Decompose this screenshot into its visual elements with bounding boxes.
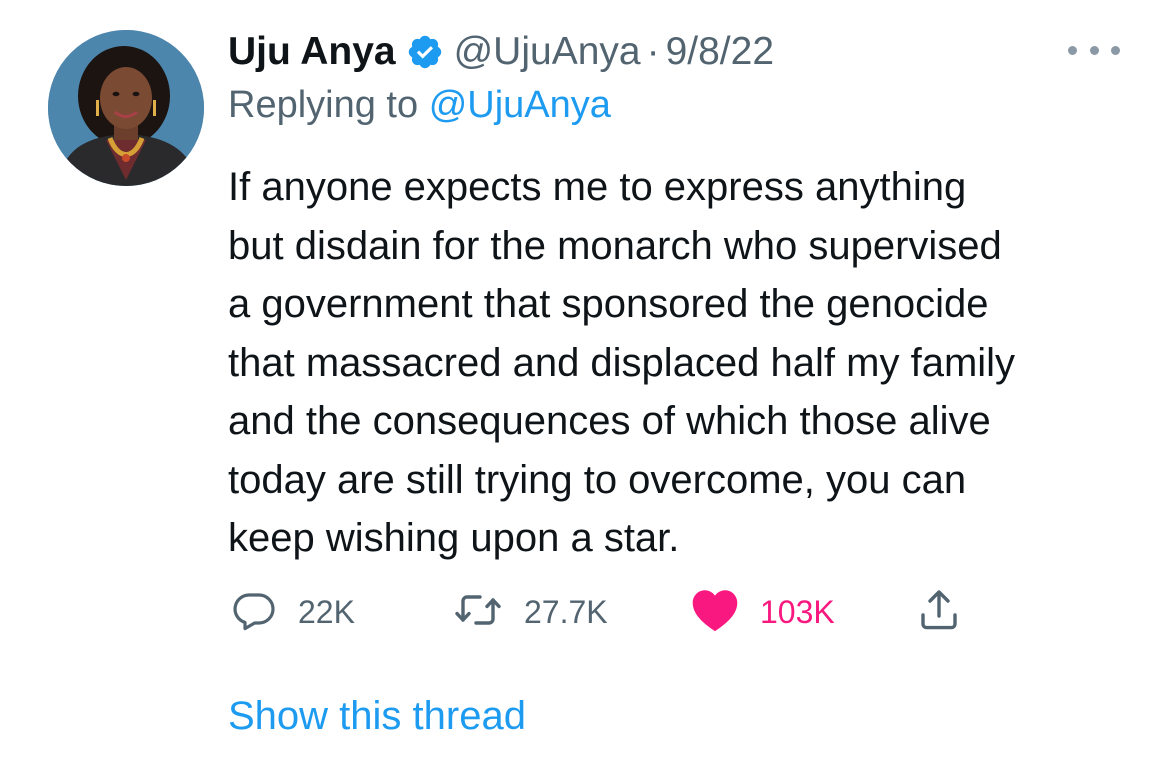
replying-to: Replying to @UjuAnya bbox=[228, 84, 611, 127]
display-name[interactable]: Uju Anya bbox=[228, 30, 396, 74]
more-dot bbox=[1111, 45, 1120, 55]
separator-dot: · bbox=[646, 30, 660, 73]
tweet-text-line: If anyone expects me to express anything bbox=[228, 165, 967, 209]
replying-to-handle[interactable]: @UjuAnya bbox=[429, 84, 611, 126]
tweet-text-line: keep wishing upon a star. bbox=[228, 516, 680, 560]
tweet-actions: 22K 27.7K 103K bbox=[0, 586, 1170, 638]
reply-bubble-icon bbox=[230, 586, 278, 639]
tweet-text-line: and the consequences of which those aliv… bbox=[228, 399, 991, 443]
tweet-date[interactable]: 9/8/22 bbox=[666, 30, 774, 74]
more-options-icon[interactable] bbox=[1068, 36, 1120, 64]
avatar[interactable] bbox=[48, 30, 204, 186]
tweet[interactable]: Uju Anya @UjuAnya · 9/8/22 Replying to @… bbox=[0, 0, 1170, 776]
tweet-text-line: but disdain for the monarch who supervis… bbox=[228, 223, 1002, 268]
tweet-text: If anyone expects me to express anything… bbox=[228, 158, 1148, 568]
verified-badge-icon bbox=[406, 33, 444, 71]
share-icon bbox=[915, 586, 963, 639]
retweet-icon bbox=[452, 586, 504, 639]
tweet-header: Uju Anya @UjuAnya · 9/8/22 bbox=[228, 24, 774, 80]
reply-count: 22K bbox=[298, 593, 355, 630]
share-button[interactable] bbox=[915, 586, 963, 638]
retweet-button[interactable]: 27.7K bbox=[452, 586, 608, 638]
tweet-text-line: that massacred and displaced half my fam… bbox=[228, 340, 1016, 385]
replying-to-label: Replying to bbox=[228, 84, 419, 126]
retweet-count: 27.7K bbox=[524, 593, 608, 630]
author-handle[interactable]: @UjuAnya bbox=[454, 30, 641, 74]
tweet-text-line: a government that sponsored the genocide bbox=[228, 282, 989, 326]
tweet-text-line: today are still trying to overcome, you … bbox=[228, 457, 967, 502]
more-dot bbox=[1089, 45, 1099, 55]
heart-icon bbox=[690, 587, 740, 638]
show-thread-link[interactable]: Show this thread bbox=[228, 694, 526, 739]
like-count: 103K bbox=[760, 593, 835, 630]
like-button[interactable]: 103K bbox=[690, 586, 835, 638]
more-dot bbox=[1068, 45, 1077, 55]
reply-button[interactable]: 22K bbox=[230, 586, 355, 638]
